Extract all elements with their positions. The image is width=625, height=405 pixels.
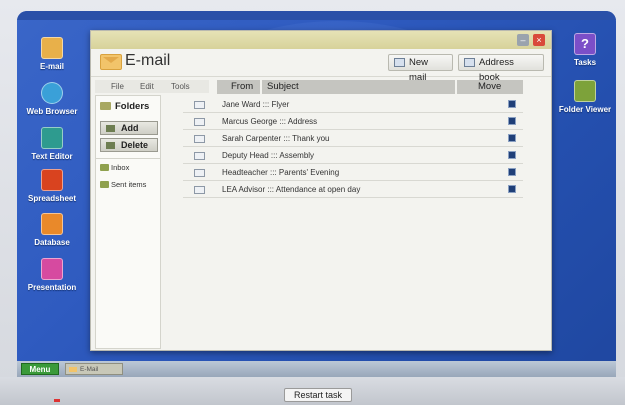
text-editor-icon: [41, 127, 63, 149]
folder-icon: [100, 164, 109, 171]
message-row[interactable]: Marcus George ::: Address: [183, 113, 523, 130]
message-row[interactable]: Sarah Carpenter ::: Thank you: [183, 130, 523, 147]
address-book-button[interactable]: Address book: [458, 54, 544, 83]
menu-file[interactable]: File: [111, 82, 124, 91]
message-row[interactable]: Deputy Head ::: Assembly: [183, 147, 523, 164]
envelope-icon: [194, 135, 205, 143]
monitor-frame: E-mail Web Browser Text Editor Spreadshe…: [0, 0, 625, 405]
globe-icon: [41, 82, 63, 104]
envelope-icon: [100, 54, 122, 70]
menu-edit[interactable]: Edit: [140, 82, 154, 91]
desktop-icon-text-editor[interactable]: Text Editor: [17, 127, 87, 161]
move-icon[interactable]: [508, 100, 516, 108]
restart-task-button[interactable]: Restart task: [284, 388, 352, 402]
column-move: Move: [457, 80, 523, 94]
folder-item-inbox[interactable]: Inbox: [96, 159, 160, 176]
folders-panel: Folders Add Delete Inbox Sent items: [95, 95, 161, 349]
desktop-icon-tasks[interactable]: ? Tasks: [550, 33, 616, 67]
envelope-icon: [194, 186, 205, 194]
database-icon: [41, 213, 63, 235]
folder-icon: [100, 181, 109, 188]
spreadsheet-icon: [41, 169, 63, 191]
desktop-icon-presentation[interactable]: Presentation: [17, 258, 87, 292]
move-icon[interactable]: [508, 151, 516, 159]
envelope-icon: [194, 118, 205, 126]
folder-list: Inbox Sent items: [96, 158, 160, 193]
taskbar: Menu E-Mail: [17, 361, 616, 377]
app-title: E-mail: [125, 52, 171, 69]
email-window: – × E-mail New mail Address book File Ed…: [90, 30, 552, 351]
new-mail-icon: [394, 58, 405, 67]
add-folder-icon: [106, 125, 115, 132]
move-icon[interactable]: [508, 117, 516, 125]
folder-viewer-icon: [574, 80, 596, 102]
folder-icon: [100, 102, 111, 110]
column-from[interactable]: From: [217, 80, 260, 94]
folder-item-sent[interactable]: Sent items: [96, 176, 160, 193]
close-button[interactable]: ×: [533, 34, 545, 46]
delete-folder-button[interactable]: Delete: [100, 138, 158, 152]
move-icon[interactable]: [508, 185, 516, 193]
message-row[interactable]: Jane Ward ::: Flyer: [183, 96, 523, 113]
message-row[interactable]: Headteacher ::: Parents' Evening: [183, 164, 523, 181]
envelope-icon: [194, 101, 205, 109]
question-icon: ?: [574, 33, 596, 55]
book-icon: [464, 58, 475, 67]
desktop-icon-web-browser[interactable]: Web Browser: [17, 82, 87, 116]
message-list: From Subject Move Jane Ward ::: Flyer Ma…: [183, 77, 551, 349]
move-icon[interactable]: [508, 134, 516, 142]
desktop: E-mail Web Browser Text Editor Spreadshe…: [17, 11, 616, 381]
folders-header: Folders: [100, 99, 156, 115]
desktop-icon-database[interactable]: Database: [17, 213, 87, 247]
desktop-icon-email[interactable]: E-mail: [17, 37, 87, 71]
move-icon[interactable]: [508, 168, 516, 176]
delete-icon: [106, 142, 115, 149]
envelope-icon: [194, 152, 205, 160]
new-mail-button[interactable]: New mail: [388, 54, 453, 83]
presentation-icon: [41, 258, 63, 280]
minimize-button[interactable]: –: [517, 34, 529, 46]
envelope-icon: [194, 169, 205, 177]
add-folder-button[interactable]: Add: [100, 121, 158, 135]
app-header: E-mail New mail Address book: [91, 49, 551, 83]
column-subject[interactable]: Subject: [262, 80, 455, 94]
desktop-icon-spreadsheet[interactable]: Spreadsheet: [17, 169, 87, 203]
message-row[interactable]: LEA Advisor ::: Attendance at open day: [183, 181, 523, 198]
desktop-icon-folder-viewer[interactable]: Folder Viewer: [550, 80, 616, 114]
envelope-icon: [41, 37, 63, 59]
power-led: [54, 399, 60, 402]
window-titlebar[interactable]: – ×: [91, 31, 551, 49]
taskbar-item-email[interactable]: E-Mail: [65, 363, 123, 375]
start-menu-button[interactable]: Menu: [21, 363, 59, 375]
